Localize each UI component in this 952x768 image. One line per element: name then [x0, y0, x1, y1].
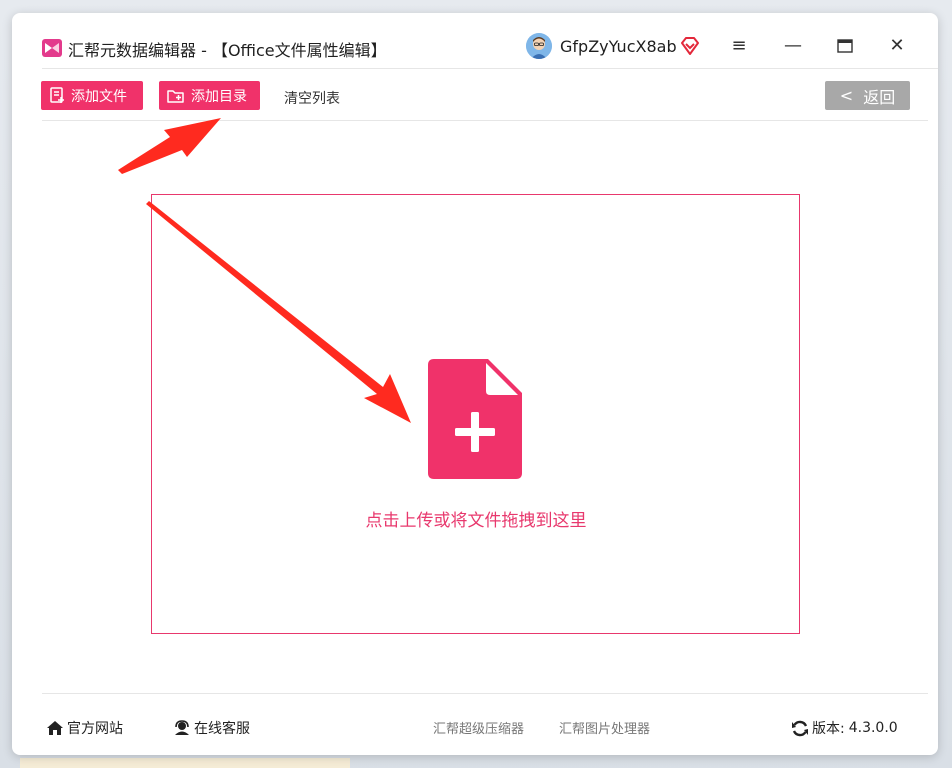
title-divider: [42, 68, 938, 69]
close-icon[interactable]: ✕: [886, 35, 908, 57]
drop-zone-hint[interactable]: 点击上传或将文件拖拽到这里: [312, 506, 640, 531]
version-info[interactable]: 版本: 4.3.0.0: [791, 718, 898, 738]
back-label: 返回: [863, 87, 896, 107]
window-title: 汇帮元数据编辑器 - 【Office文件属性编辑】: [68, 41, 387, 60]
official-site-label: 官方网站: [67, 721, 123, 737]
file-add-icon: [50, 87, 64, 103]
app-window: 汇帮元数据编辑器 - 【Office文件属性编辑】 GfpZyYucX8ab ≡…: [12, 13, 938, 755]
app-logo-icon: [42, 39, 62, 57]
headset-icon: [175, 720, 189, 735]
home-icon: [47, 721, 63, 735]
add-file-label: 添加文件: [71, 88, 127, 105]
add-file-button[interactable]: 添加文件: [41, 81, 143, 110]
file-plus-icon[interactable]: [428, 359, 522, 479]
chevron-left-icon: <: [839, 86, 854, 105]
folder-add-icon: [167, 89, 184, 103]
maximize-icon[interactable]: [834, 35, 856, 57]
username[interactable]: GfpZyYucX8ab: [560, 37, 677, 56]
add-directory-label: 添加目录: [191, 88, 247, 105]
footer-bar: 官方网站 在线客服 汇帮超级压缩器 汇帮图片处理器 版本: 4.3.0.0: [12, 694, 938, 755]
menu-icon[interactable]: ≡: [728, 35, 750, 57]
official-site-link[interactable]: 官方网站: [46, 718, 123, 738]
online-service-label: 在线客服: [194, 721, 250, 737]
minimize-icon[interactable]: —: [782, 35, 804, 57]
desktop-taskbar-strip: [20, 758, 350, 768]
clear-list-button[interactable]: 清空列表: [284, 88, 340, 108]
back-button[interactable]: < 返回: [825, 81, 910, 110]
compressor-link[interactable]: 汇帮超级压缩器: [433, 718, 524, 737]
version-label: 版本:: [812, 721, 845, 737]
version-value: 4.3.0.0: [848, 720, 898, 736]
title-bar: 汇帮元数据编辑器 - 【Office文件属性编辑】 GfpZyYucX8ab ≡…: [12, 13, 938, 69]
toolbar-divider: [42, 120, 928, 121]
avatar-icon[interactable]: [526, 33, 552, 59]
online-service-link[interactable]: 在线客服: [173, 718, 250, 738]
vip-diamond-icon[interactable]: [680, 37, 700, 55]
image-processor-link[interactable]: 汇帮图片处理器: [559, 718, 650, 737]
add-directory-button[interactable]: 添加目录: [159, 81, 260, 110]
refresh-icon: [792, 720, 808, 736]
